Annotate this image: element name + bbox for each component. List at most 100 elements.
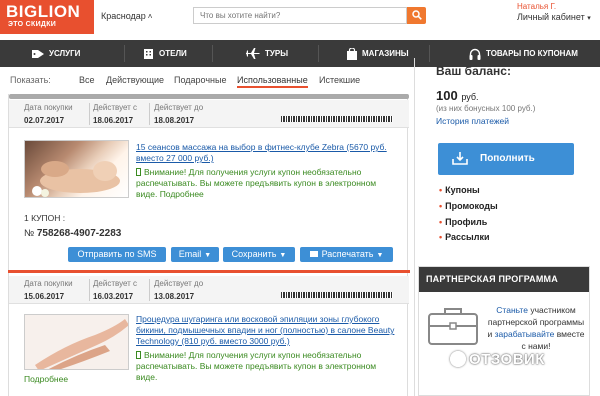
nav-item-hotels[interactable]: ОТЕЛИ [143, 40, 187, 67]
coupon-title-link[interactable]: Процедура шугаринга или восковой эпиляци… [136, 314, 398, 347]
bullet-icon: • [439, 185, 443, 195]
coupon-divider [8, 270, 410, 273]
column-divider [149, 103, 150, 125]
phone-icon [136, 168, 141, 176]
become-partner-link[interactable]: Станьте [496, 305, 528, 315]
print-button[interactable]: Распечатать ▼ [300, 247, 393, 262]
filter-all[interactable]: Все [79, 75, 95, 85]
purchase-date-cell: Дата покупки 15.06.2017 [24, 279, 73, 301]
valid-to-label: Действует до [154, 103, 204, 112]
coupon-image-depilation[interactable] [24, 314, 129, 370]
button-label: Email [178, 249, 202, 259]
button-label: Сохранить [231, 249, 277, 259]
menu-label: Промокоды [445, 201, 498, 211]
nav-item-shops[interactable]: МАГАЗИНЫ [347, 40, 409, 67]
more-link[interactable]: Подробнее [160, 189, 204, 199]
valid-from-cell: Действует с 18.06.2017 [93, 103, 137, 125]
hotel-icon [144, 49, 153, 60]
valid-from-date: 18.06.2017 [93, 116, 134, 125]
personal-cabinet-link[interactable]: Личный кабинет ▾ [517, 12, 591, 22]
send-sms-button[interactable]: Отправить по SMS [68, 247, 166, 262]
filter-expired[interactable]: Истекшие [319, 75, 360, 85]
bullet-icon: • [439, 217, 443, 227]
coupon-code: 758268-4907-2283 [36, 228, 122, 239]
massage-photo-icon [32, 161, 120, 197]
nav-label: МАГАЗИНЫ [362, 49, 409, 58]
coupon-image-massage[interactable] [24, 140, 129, 198]
cabinet-label: Личный кабинет [517, 12, 585, 22]
nav-item-services[interactable]: УСЛУГИ [32, 40, 80, 67]
nav-label: ОТЕЛИ [159, 49, 187, 58]
download-icon [452, 152, 468, 165]
coupon-list: Дата покупки 02.07.2017 Действует с 18.06.… [8, 94, 410, 396]
valid-to-date: 18.08.2017 [154, 116, 195, 125]
search-input[interactable] [193, 7, 407, 24]
search-button[interactable] [407, 7, 426, 24]
otzovik-logo-icon [450, 351, 466, 367]
biglion-logo[interactable]: BIGLION ЭТО СКИДКИ [0, 0, 94, 34]
nav-item-tours[interactable]: ТУРЫ [246, 40, 288, 67]
coupon-qty: 1 КУПОН : [24, 213, 66, 223]
button-label: Отправить по SMS [77, 249, 157, 259]
top-header: BIGLION ЭТО СКИДКИ Краснодар˄ Наталья Г.… [0, 0, 600, 34]
city-label: Краснодар [101, 11, 146, 21]
filter-active[interactable]: Действующие [106, 75, 164, 85]
valid-to-label: Действует до [154, 279, 204, 288]
more-link[interactable]: Подробнее [24, 374, 68, 384]
watermark-text: ОТЗОВИК [469, 351, 545, 368]
plane-icon [246, 48, 260, 60]
balance-currency: руб. [461, 92, 479, 102]
balance-title: Ваш баланс: [436, 64, 511, 78]
user-name[interactable]: Наталья Г. [517, 2, 556, 11]
button-label: Распечатать [321, 249, 374, 259]
filter-gift[interactable]: Подарочные [174, 75, 226, 85]
shopping-bag-icon [347, 47, 357, 60]
otzovik-watermark: ОТЗОВИК [450, 351, 545, 368]
side-menu-profile[interactable]: • Профиль [439, 217, 487, 227]
menu-label: Профиль [445, 217, 488, 227]
coupon-title-link[interactable]: 15 сеансов массажа на выбор в фитнес-клу… [136, 142, 398, 164]
headphones-icon [469, 48, 481, 60]
nav-divider [429, 45, 430, 62]
coupon-dates-row: Дата покупки 15.06.2017 Действует с 16.03.… [9, 276, 409, 304]
phone-icon [136, 351, 141, 359]
column-divider [149, 279, 150, 301]
chevron-down-icon: ▼ [376, 252, 384, 259]
earn-link[interactable]: зарабатывайте [495, 329, 555, 339]
side-menu-mailings[interactable]: • Рассылки [439, 232, 490, 242]
valid-to-cell: Действует до 13.08.2017 [154, 279, 203, 301]
email-button[interactable]: Email ▼ [171, 247, 219, 262]
topup-label: Пополнить [480, 153, 535, 164]
save-button[interactable]: Сохранить ▼ [223, 247, 295, 262]
topup-button[interactable]: Пополнить [438, 143, 574, 175]
payment-history-link[interactable]: История платежей [436, 116, 509, 126]
column-divider [89, 103, 90, 125]
chevron-down-icon: ▼ [279, 252, 287, 259]
list-top-bar [9, 94, 409, 99]
purchase-date-cell: Дата покупки 02.07.2017 [24, 103, 73, 125]
partner-text: Станьте участником партнерской программы… [486, 304, 586, 352]
purchase-date: 15.06.2017 [24, 292, 65, 301]
valid-from-date: 16.03.2017 [93, 292, 134, 301]
bullet-icon: • [439, 232, 443, 242]
briefcase-icon [428, 308, 478, 345]
logo-subtitle: ЭТО СКИДКИ [8, 21, 57, 28]
column-divider [89, 279, 90, 301]
search-icon [412, 10, 422, 20]
nav-label: ТУРЫ [265, 49, 289, 58]
nav-item-goods[interactable]: ТОВАРЫ ПО КУПОНАМ [469, 40, 578, 67]
bonus-note: (из них бонусных 100 руб.) [436, 104, 536, 113]
partner-title: ПАРТНЕРСКАЯ ПРОГРАММА [419, 267, 589, 292]
barcode-strip [281, 292, 393, 298]
nav-label: УСЛУГИ [49, 49, 81, 58]
side-menu-promocodes[interactable]: • Промокоды [439, 201, 498, 211]
print-icon [309, 251, 318, 257]
chevron-down-icon: ▼ [204, 252, 212, 259]
city-selector[interactable]: Краснодар ˄ [101, 11, 152, 21]
filter-used[interactable]: Использованные [237, 75, 308, 88]
nav-divider [212, 45, 213, 62]
purchase-date: 02.07.2017 [24, 116, 65, 125]
side-menu-coupons[interactable]: • Купоны [439, 185, 480, 195]
valid-to-date: 13.08.2017 [154, 292, 195, 301]
legs-photo-icon [35, 319, 128, 369]
